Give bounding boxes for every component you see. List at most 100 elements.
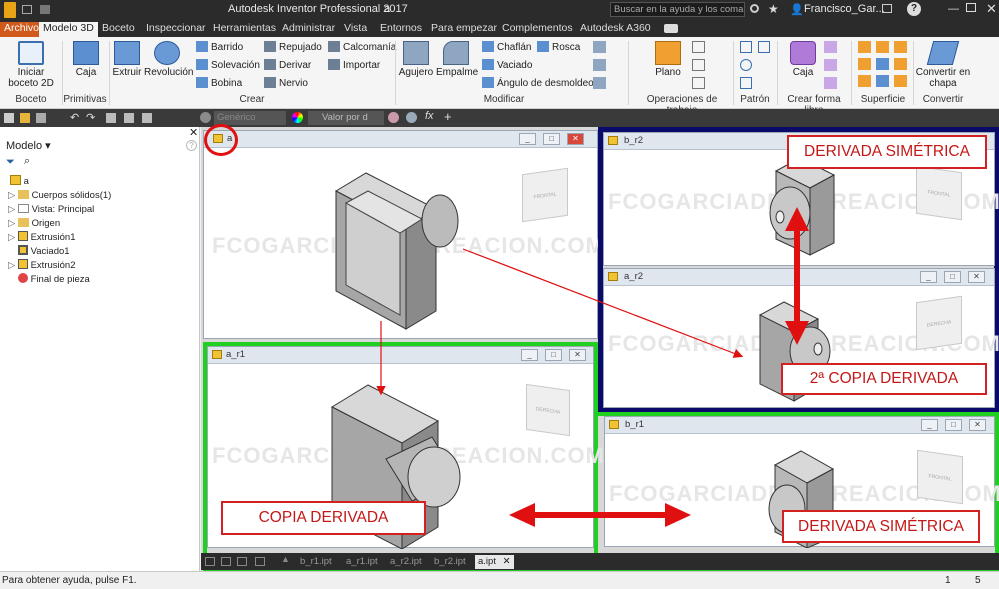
tab-inspeccionar[interactable]: Inspeccionar	[142, 22, 210, 37]
chamfer-button[interactable]: Chaflán	[482, 41, 531, 55]
tab-vista[interactable]: Vista	[340, 22, 371, 37]
view-cube[interactable]: FRONTAL	[916, 165, 962, 221]
grid-layout-icon[interactable]	[237, 557, 247, 566]
revolve-button[interactable]: Revolución	[144, 41, 193, 78]
sweep-button[interactable]: Barrido	[196, 41, 243, 55]
home-icon[interactable]	[106, 113, 116, 123]
ucs-icon[interactable]	[692, 77, 705, 89]
quick-open-icon[interactable]	[22, 5, 32, 14]
work-axis-icon[interactable]	[692, 41, 705, 53]
circ-pattern-icon[interactable]	[740, 59, 752, 71]
user-name[interactable]: Francisco_Gar...	[804, 3, 885, 15]
freeform-option-icon[interactable]	[824, 41, 837, 53]
view-cube[interactable]: DERECHA	[916, 295, 962, 351]
redo-icon[interactable]: ↷	[86, 111, 95, 124]
sketch-pattern-icon[interactable]	[740, 77, 752, 89]
appearance-select[interactable]: Valor por d	[308, 111, 384, 125]
emboss-button[interactable]: Repujado	[264, 41, 322, 55]
fillet-button[interactable]: Empalme	[436, 41, 478, 78]
filter-icon[interactable]: ⏷	[6, 156, 15, 169]
tab-autodesk-a360[interactable]: Autodesk A360	[576, 22, 655, 37]
window-a[interactable]: a _ □ ✕ FCOGARCIADELACREACION.COM FRONTA…	[203, 130, 604, 339]
select-icon[interactable]	[142, 113, 152, 123]
clear-appearance-icon[interactable]	[388, 112, 399, 123]
extrude-button[interactable]: Extruir	[112, 41, 142, 78]
delete-face-icon[interactable]	[593, 77, 606, 89]
material-select[interactable]: Genérico	[214, 111, 286, 125]
doc-tab[interactable]: b_r2.ipt	[431, 555, 469, 569]
thread-button[interactable]: Rosca	[537, 41, 580, 55]
tree-item-solid-bodies[interactable]: ▷ Cuerpos sólidos(1)	[8, 189, 111, 202]
decal-button[interactable]: Calcomanía	[328, 41, 396, 55]
undo-icon[interactable]: ↶	[70, 111, 79, 124]
split-icon[interactable]	[593, 59, 606, 71]
minimize-icon[interactable]: —	[948, 3, 959, 15]
tab-modelo-3d[interactable]: Modelo 3D	[39, 22, 98, 37]
tab-entornos[interactable]: Entornos	[376, 22, 426, 37]
tab-herramientas[interactable]: Herramientas	[209, 22, 280, 37]
cart-icon[interactable]	[882, 4, 892, 13]
close-icon[interactable]: ✕	[986, 1, 997, 17]
doc-tab-active[interactable]: a.ipt ✕	[475, 555, 514, 569]
view-cube[interactable]: FRONTAL	[917, 449, 963, 505]
rect-pattern-icon[interactable]	[740, 41, 752, 53]
coil-button[interactable]: Bobina	[196, 77, 242, 91]
cascade-layout-icon[interactable]	[221, 557, 231, 566]
convert-sheetmetal-button[interactable]: Convertir en chapa	[915, 41, 971, 89]
browser-help-icon[interactable]: ?	[186, 140, 197, 151]
start-sketch-button[interactable]: Iniciar boceto 2D	[6, 41, 56, 89]
ribbon-options-icon[interactable]	[664, 24, 678, 33]
view-cube[interactable]: DERECHA	[526, 383, 570, 437]
tree-item-extrusion2[interactable]: ▷ Extrusión2	[8, 259, 75, 272]
tree-item-view[interactable]: ▷ Vista: Principal	[8, 203, 94, 216]
box-primitive-button[interactable]: Caja	[68, 41, 104, 78]
find-icon[interactable]: ⌕	[24, 155, 30, 168]
close-tab-icon[interactable]: ✕	[503, 556, 511, 567]
rib-button[interactable]: Nervio	[264, 77, 308, 91]
surface-tools-icon[interactable]	[858, 41, 910, 87]
tile-layout-icon[interactable]	[205, 557, 215, 566]
shell-button[interactable]: Vaciado	[482, 59, 532, 73]
save-icon[interactable]	[36, 113, 46, 123]
tab-complementos[interactable]: Complementos	[498, 22, 577, 37]
work-plane-button[interactable]: Plano	[650, 41, 686, 78]
search-icon[interactable]	[750, 4, 759, 13]
work-point-icon[interactable]	[692, 59, 705, 71]
new-icon[interactable]	[4, 113, 14, 123]
search-input[interactable]: Buscar en la ayuda y los comandos	[610, 2, 745, 17]
tree-item-shell1[interactable]: Vaciado1	[18, 245, 70, 258]
star-icon[interactable]: ★	[768, 2, 779, 16]
open-icon[interactable]	[20, 113, 30, 123]
freeform-box-button[interactable]: Caja	[788, 41, 818, 78]
fx-icon[interactable]: fx	[425, 110, 434, 122]
doc-tab[interactable]: a_r1.ipt	[343, 555, 381, 569]
update-icon[interactable]	[124, 113, 134, 123]
mirror-icon[interactable]	[758, 41, 770, 53]
browser-title[interactable]: Modelo ▾	[6, 139, 51, 152]
tab-para-empezar[interactable]: Para empezar	[427, 22, 501, 37]
import-button[interactable]: Importar	[328, 59, 380, 73]
app-logo-icon[interactable]	[4, 2, 16, 18]
doc-tab[interactable]: a_r2.ipt	[387, 555, 425, 569]
view-cube[interactable]: FRONTAL	[522, 167, 568, 223]
freeform-option-icon[interactable]	[824, 59, 837, 71]
close-browser-icon[interactable]: ✕	[189, 126, 198, 139]
loft-button[interactable]: Solevación	[196, 59, 260, 73]
up-icon[interactable]: ▲	[281, 554, 290, 564]
tree-item-root[interactable]: a	[10, 175, 29, 188]
help-icon[interactable]: ?	[907, 2, 921, 16]
restore-icon[interactable]	[966, 3, 976, 12]
tree-item-end-of-part[interactable]: Final de pieza	[18, 273, 90, 286]
menu-icon[interactable]	[255, 557, 265, 566]
tab-archivo[interactable]: Archivo	[0, 22, 44, 37]
tree-item-extrusion1[interactable]: ▷ Extrusión1	[8, 231, 75, 244]
draft-button[interactable]: Ángulo de desmoldeo	[482, 77, 594, 91]
quick-save-icon[interactable]	[40, 5, 50, 14]
tree-item-origin[interactable]: ▷ Origen	[8, 217, 60, 230]
combine-icon[interactable]	[593, 41, 606, 53]
derive-button[interactable]: Derivar	[264, 59, 311, 73]
hole-button[interactable]: Agujero	[398, 41, 434, 78]
tab-boceto[interactable]: Boceto	[98, 22, 139, 37]
freeform-option-icon[interactable]	[824, 77, 837, 89]
doc-tab[interactable]: b_r1.ipt	[297, 555, 335, 569]
